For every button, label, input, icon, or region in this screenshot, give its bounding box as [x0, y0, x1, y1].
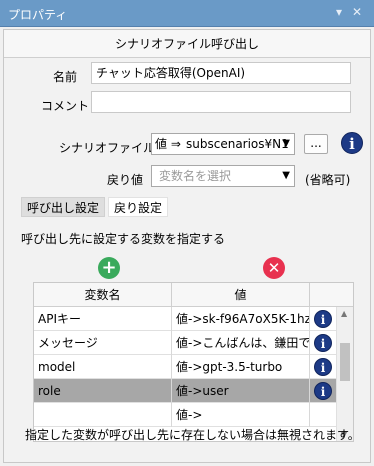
- comment-label: コメント: [41, 99, 90, 113]
- title-bar: プロパティ ▾ ✕: [0, 0, 374, 27]
- dropdown-arrow-icon[interactable]: ▼: [282, 134, 290, 154]
- close-icon[interactable]: ✕: [352, 5, 362, 19]
- row-value: 値->こんばんは、鎌田です。: [172, 331, 310, 355]
- scroll-thumb[interactable]: [340, 343, 350, 381]
- row-value: 値->sk-f96A7oX5K-1hzuc: [172, 307, 310, 331]
- name-field[interactable]: チャット応答取得(OpenAI): [91, 62, 351, 84]
- delete-variable-button[interactable]: ✕: [263, 257, 285, 279]
- grid-scrollbar[interactable]: ▲ ▼: [336, 307, 353, 441]
- value-type-label: 値 ⇒: [155, 137, 181, 151]
- row-value: 値->user: [172, 379, 310, 403]
- table-row[interactable]: APIキー 値->sk-f96A7oX5K-1hzuc i: [34, 307, 336, 331]
- row-variable-name: model: [34, 355, 172, 379]
- table-row[interactable]: model 値->gpt-3.5-turbo i: [34, 355, 336, 379]
- window-title: プロパティ: [8, 8, 68, 22]
- return-value-placeholder: 変数名を選択: [159, 169, 232, 183]
- scenario-file-combo[interactable]: 値 ⇒ subscenarios¥N1 ▼: [151, 133, 295, 155]
- scroll-up-icon[interactable]: ▲: [341, 309, 347, 318]
- comment-field[interactable]: [91, 91, 351, 113]
- info-icon[interactable]: i: [314, 310, 332, 328]
- row-variable-name: [34, 403, 172, 427]
- footer-note: 指定した変数が呼び出し先に存在しない場合は無視されます。: [25, 428, 360, 442]
- tab-return-settings[interactable]: 戻り設定: [108, 197, 169, 217]
- table-row[interactable]: 値->: [34, 403, 336, 427]
- properties-panel: シナリオファイル呼び出し 名前 チャット応答取得(OpenAI) コメント シナ…: [3, 29, 371, 463]
- pin-icon[interactable]: ▾: [336, 5, 342, 19]
- browse-button[interactable]: ...: [304, 134, 328, 154]
- return-value-combo[interactable]: 変数名を選択 ▼: [151, 165, 295, 187]
- return-value-label: 戻り値: [107, 173, 144, 187]
- optional-label: (省略可): [305, 173, 351, 187]
- column-header-variable-name[interactable]: 変数名: [34, 283, 172, 307]
- table-row-selected[interactable]: role 値->user i: [34, 379, 336, 403]
- row-variable-name: メッセージ: [34, 331, 172, 355]
- instruction-text: 呼び出し先に設定する変数を指定する: [21, 232, 226, 246]
- row-variable-name: role: [34, 379, 172, 403]
- panel-header: シナリオファイル呼び出し: [4, 30, 370, 58]
- table-row[interactable]: メッセージ 値->こんばんは、鎌田です。 i: [34, 331, 336, 355]
- info-icon[interactable]: i: [314, 358, 332, 376]
- info-icon[interactable]: i: [314, 382, 332, 400]
- scenario-file-value: subscenarios¥N1: [186, 137, 289, 151]
- row-value: 値->: [172, 403, 310, 427]
- dropdown-arrow-icon[interactable]: ▼: [282, 166, 290, 186]
- tab-call-settings[interactable]: 呼び出し設定: [21, 197, 106, 217]
- column-header-value[interactable]: 値: [172, 283, 310, 307]
- variable-grid: 変数名 値 APIキー 値->sk-f96A7oX5K-1hzuc i メッセー…: [33, 282, 354, 442]
- grid-header: 変数名 値: [34, 283, 353, 307]
- row-value: 値->gpt-3.5-turbo: [172, 355, 310, 379]
- add-variable-button[interactable]: +: [98, 257, 120, 279]
- row-variable-name: APIキー: [34, 307, 172, 331]
- info-icon[interactable]: i: [341, 132, 363, 154]
- info-icon[interactable]: i: [314, 334, 332, 352]
- name-label: 名前: [53, 70, 78, 84]
